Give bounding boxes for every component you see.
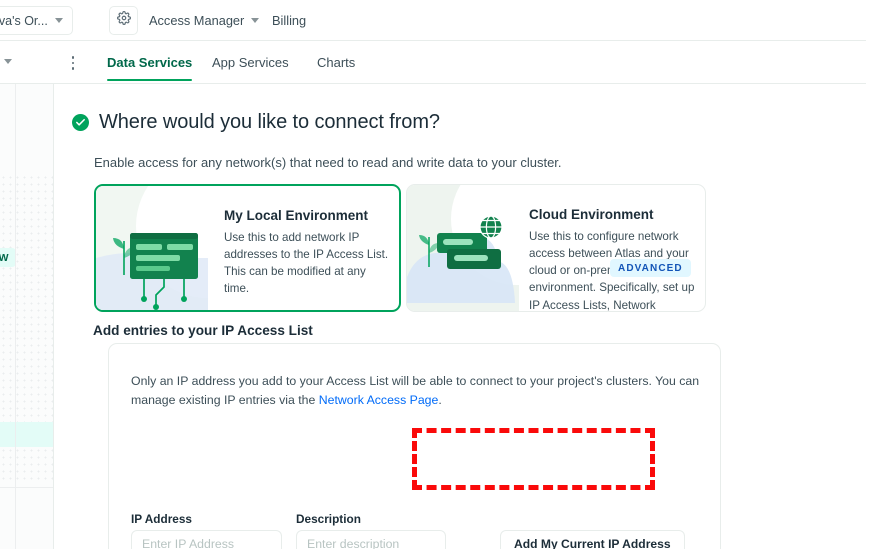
access-list-section-title: Add entries to your IP Access List xyxy=(93,323,313,338)
organization-selector[interactable]: Atharva's Or... xyxy=(0,6,73,35)
advanced-badge: ADVANCED xyxy=(610,259,691,277)
top-header-bar: Atharva's Or... Access Manager Billing xyxy=(0,0,866,41)
ip-access-list-note: Only an IP address you add to your Acces… xyxy=(131,372,703,410)
ip-address-label: IP Address xyxy=(131,512,192,526)
option-card-cloud-environment[interactable]: Cloud Environment Use this to configure … xyxy=(406,184,706,312)
option-card-cloud-title: Cloud Environment xyxy=(529,207,654,222)
organization-settings-button[interactable] xyxy=(109,6,138,35)
tab-app-services-label: App Services xyxy=(212,55,289,70)
page-subtitle: Enable access for any network(s) that ne… xyxy=(94,155,562,170)
sidebar-new-badge: EW xyxy=(0,248,17,267)
chevron-down-icon xyxy=(54,18,63,23)
nav-billing-label: Billing xyxy=(272,13,307,28)
nav-access-manager[interactable]: Access Manager xyxy=(149,0,260,41)
option-card-local-description: Use this to add network IP addresses to … xyxy=(224,231,389,296)
page-title: Where would you like to connect from? xyxy=(99,111,440,133)
kebab-menu-icon[interactable] xyxy=(66,55,80,71)
main-content: Where would you like to connect from? En… xyxy=(54,84,880,549)
option-card-my-local-environment[interactable]: My Local Environment Use this to add net… xyxy=(94,184,401,312)
network-access-page-link[interactable]: Network Access Page xyxy=(319,393,439,407)
project-selector[interactable]: am xyxy=(0,54,13,68)
option-card-cloud-body: Cloud Environment Use this to configure … xyxy=(407,185,695,311)
ip-access-list-card: Only an IP address you add to your Acces… xyxy=(108,343,721,549)
add-my-current-ip-address-label: Add My Current IP Address xyxy=(514,537,671,549)
chevron-down-icon xyxy=(251,18,260,23)
chevron-down-icon xyxy=(4,58,13,64)
tab-app-services[interactable]: App Services xyxy=(212,41,289,84)
option-card-local-body: My Local Environment Use this to add net… xyxy=(96,186,389,310)
tab-data-services-label: Data Services xyxy=(107,55,193,70)
option-card-local-title: My Local Environment xyxy=(224,208,369,223)
tab-charts-label: Charts xyxy=(317,55,356,70)
tab-data-services[interactable]: Data Services xyxy=(107,41,193,84)
app-screen: Atharva's Or... Access Manager Billing a… xyxy=(0,0,880,549)
ip-address-input[interactable] xyxy=(131,530,282,549)
project-nav-bar: am Data Services App Services Charts xyxy=(0,41,866,125)
left-sidebar: EW xyxy=(0,84,54,549)
sidebar-inner-rail xyxy=(15,84,16,549)
sidebar-divider xyxy=(0,487,53,488)
add-my-current-ip-address-button[interactable]: Add My Current IP Address xyxy=(500,530,685,549)
ip-access-list-note-period: . xyxy=(438,393,442,408)
sidebar-active-item[interactable] xyxy=(0,422,53,447)
check-circle-icon xyxy=(72,114,89,131)
description-input[interactable] xyxy=(296,530,446,549)
nav-billing[interactable]: Billing xyxy=(272,0,306,41)
nav-access-manager-label: Access Manager xyxy=(149,13,245,28)
description-label: Description xyxy=(296,512,361,526)
tab-charts[interactable]: Charts xyxy=(317,41,355,84)
gear-icon xyxy=(116,11,131,30)
page-title-row: Where would you like to connect from? xyxy=(72,111,440,134)
organization-selector-label: Atharva's Or... xyxy=(0,13,48,28)
